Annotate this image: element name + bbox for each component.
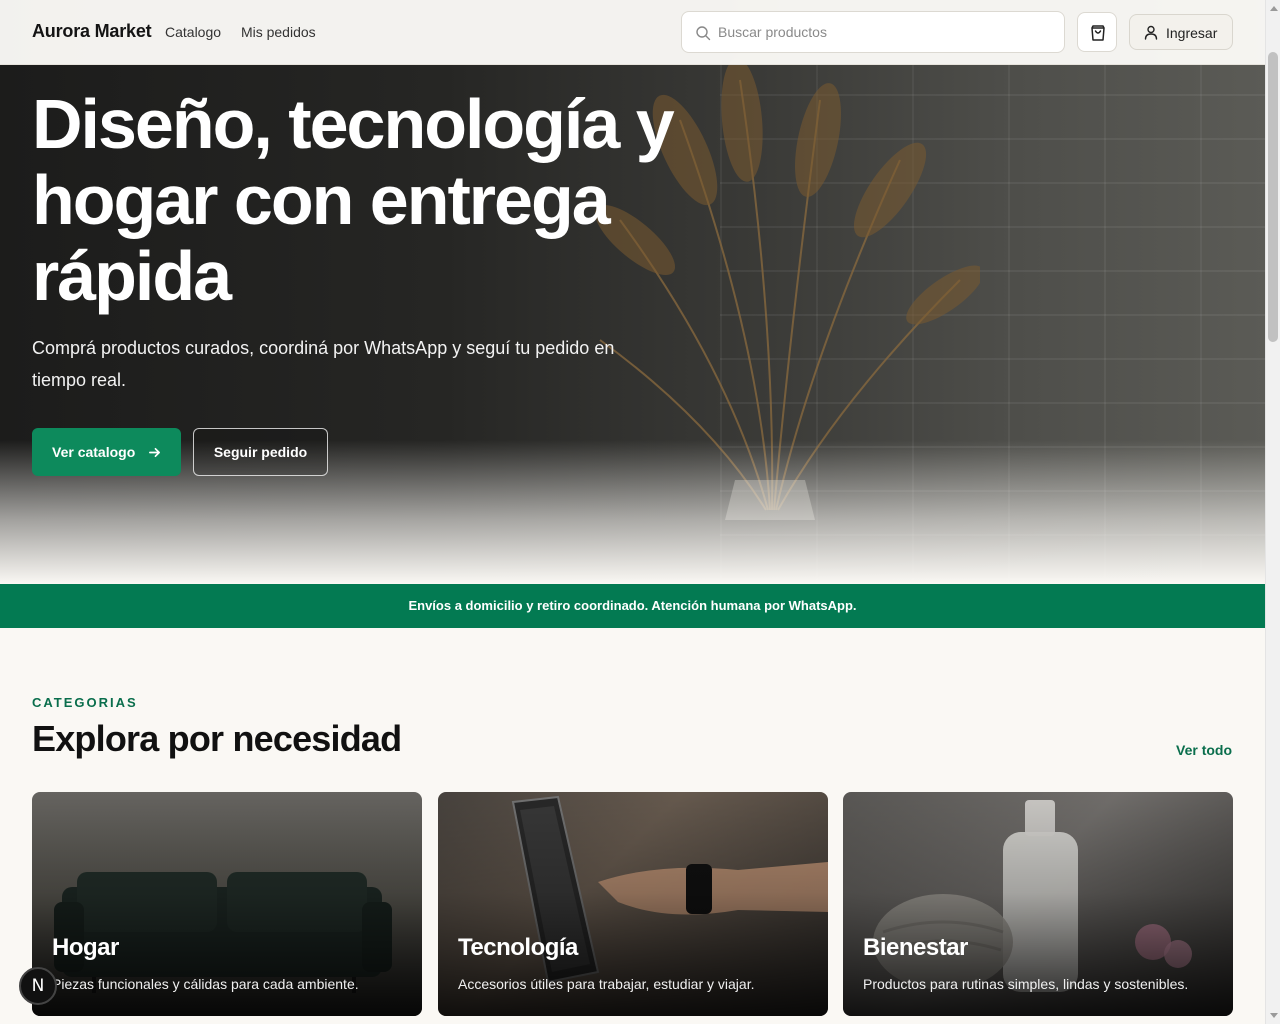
page-scrollbar[interactable] bbox=[1265, 0, 1280, 1024]
hero-bottom-fade bbox=[0, 440, 1265, 584]
category-card-wellness[interactable]: Bienestar Productos para rutinas simples… bbox=[843, 792, 1233, 1016]
view-catalog-button[interactable]: Ver catalogo bbox=[32, 428, 181, 476]
dev-tools-badge[interactable]: N bbox=[19, 967, 57, 1005]
user-icon bbox=[1144, 25, 1158, 40]
category-card-technology[interactable]: Tecnología Accesorios útiles para trabaj… bbox=[438, 792, 828, 1016]
hero-subtitle: Comprá productos curados, coordiná por W… bbox=[32, 338, 615, 390]
login-label: Ingresar bbox=[1166, 25, 1218, 41]
category-title: Tecnología bbox=[458, 934, 578, 961]
category-description: Accesorios útiles para trabajar, estudia… bbox=[458, 976, 755, 992]
category-description: Productos para rutinas simples, lindas y… bbox=[863, 976, 1189, 992]
shopping-bag-icon bbox=[1091, 25, 1105, 41]
scroll-up-icon[interactable] bbox=[1270, 6, 1278, 11]
see-all-link[interactable]: Ver todo bbox=[1176, 742, 1232, 758]
section-eyebrow: CATEGORIAS bbox=[32, 695, 138, 710]
track-order-button[interactable]: Seguir pedido bbox=[193, 428, 328, 476]
scrollbar-thumb[interactable] bbox=[1268, 52, 1278, 342]
main-nav: Catalogo Mis pedidos bbox=[165, 24, 332, 40]
hero-title: Diseño, tecnología y hogar con entrega r… bbox=[32, 85, 675, 315]
cart-button[interactable] bbox=[1077, 12, 1117, 52]
arrow-right-icon bbox=[149, 447, 160, 458]
shipping-banner: Envíos a domicilio y retiro coordinado. … bbox=[0, 584, 1265, 628]
category-card-home[interactable]: Hogar Piezas funcionales y cálidas para … bbox=[32, 792, 422, 1016]
search-box[interactable] bbox=[681, 11, 1065, 53]
nav-link-my-orders[interactable]: Mis pedidos bbox=[241, 24, 316, 40]
search-icon bbox=[696, 26, 711, 41]
category-title: Hogar bbox=[52, 934, 119, 961]
search-input[interactable] bbox=[718, 22, 1048, 42]
hero-section: Diseño, tecnología y hogar con entrega r… bbox=[0, 0, 1265, 584]
category-title: Bienestar bbox=[863, 934, 968, 961]
section-title: Explora por necesidad bbox=[32, 718, 402, 759]
nav-link-catalog[interactable]: Catalogo bbox=[165, 24, 221, 40]
view-catalog-label: Ver catalogo bbox=[52, 444, 136, 460]
scroll-down-icon[interactable] bbox=[1270, 1013, 1278, 1018]
top-header: Aurora Market Catalogo Mis pedidos Ingre… bbox=[0, 0, 1265, 65]
brand-logo[interactable]: Aurora Market bbox=[32, 21, 152, 42]
category-description: Piezas funcionales y cálidas para cada a… bbox=[52, 976, 359, 992]
login-button[interactable]: Ingresar bbox=[1129, 14, 1233, 50]
